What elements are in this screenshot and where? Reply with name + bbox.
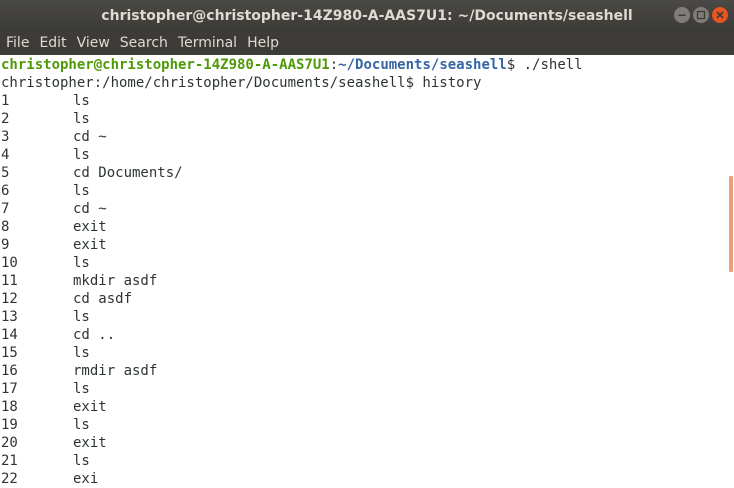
history-command: ls bbox=[73, 309, 90, 325]
history-number: 11 bbox=[1, 273, 18, 289]
menu-bar: File Edit View Search Terminal Help bbox=[0, 31, 734, 55]
maximize-button[interactable] bbox=[693, 7, 709, 23]
prompt-line: christopher@christopher-14Z980-A-AAS7U1:… bbox=[1, 56, 583, 74]
history-number: 16 bbox=[1, 363, 18, 379]
scrollbar-thumb[interactable] bbox=[729, 176, 733, 272]
history-command: cd .. bbox=[73, 327, 116, 343]
history-number: 9 bbox=[1, 237, 10, 253]
history-number: 21 bbox=[1, 453, 18, 469]
history-command: mkdir asdf bbox=[73, 273, 158, 289]
history-number: 15 bbox=[1, 345, 18, 361]
history-command: ls bbox=[73, 381, 90, 397]
history-command: exit bbox=[73, 219, 107, 235]
menu-item-terminal[interactable]: Terminal bbox=[173, 31, 242, 55]
scrollbar[interactable] bbox=[727, 55, 734, 488]
history-number: 3 bbox=[1, 129, 10, 145]
menu-item-help[interactable]: Help bbox=[242, 31, 284, 55]
menu-item-edit[interactable]: Edit bbox=[34, 31, 71, 55]
history-command: exit bbox=[73, 435, 107, 451]
minimize-icon bbox=[678, 14, 686, 16]
history-command: cd asdf bbox=[73, 291, 133, 307]
history-number: 4 bbox=[1, 147, 10, 163]
history-command: ls bbox=[73, 183, 90, 199]
history-number: 20 bbox=[1, 435, 18, 451]
history-command: ls bbox=[73, 93, 90, 109]
history-command: cd ~ bbox=[73, 129, 107, 145]
history-command: cd Documents/ bbox=[73, 165, 183, 181]
menu-item-search[interactable]: Search bbox=[115, 31, 173, 55]
history-number: 1 bbox=[1, 93, 10, 109]
history-number: 10 bbox=[1, 255, 18, 271]
history-number: 22 bbox=[1, 471, 18, 487]
prompt-user-host: christopher@christopher-14Z980-A-AAS7U1 bbox=[1, 57, 330, 73]
history-number: 5 bbox=[1, 165, 10, 181]
history-number: 17 bbox=[1, 381, 18, 397]
prompt-command: ./shell bbox=[523, 57, 583, 73]
prompt-path: ~/Documents/seashell bbox=[338, 57, 507, 73]
history-command: ls bbox=[73, 345, 90, 361]
window-controls bbox=[674, 7, 728, 23]
close-button[interactable] bbox=[712, 7, 728, 23]
history-number: 8 bbox=[1, 219, 10, 235]
history-command: ls bbox=[73, 417, 90, 433]
history-command: rmdir asdf bbox=[73, 363, 158, 379]
history-command: ls bbox=[73, 147, 90, 163]
history-number: 12 bbox=[1, 291, 18, 307]
history-command: ls bbox=[73, 453, 90, 469]
history-command: exit bbox=[73, 399, 107, 415]
history-number: 14 bbox=[1, 327, 18, 343]
close-icon bbox=[716, 11, 724, 19]
history-number: 13 bbox=[1, 309, 18, 325]
history-command: ls bbox=[73, 255, 90, 271]
prompt-colon: : bbox=[329, 57, 339, 73]
history-number: 18 bbox=[1, 399, 18, 415]
title-bar: christopher@christopher-14Z980-A-AAS7U1:… bbox=[0, 0, 734, 31]
history-number: 7 bbox=[1, 201, 10, 217]
history-command: exi bbox=[73, 471, 99, 487]
shell-prompt-line: christopher:/home/christopher/Documents/… bbox=[1, 75, 482, 91]
terminal-output[interactable]: christopher@christopher-14Z980-A-AAS7U1:… bbox=[0, 55, 727, 488]
maximize-icon bbox=[696, 10, 706, 20]
window-title: christopher@christopher-14Z980-A-AAS7U1:… bbox=[101, 7, 633, 24]
prompt-dollar: $ bbox=[506, 57, 524, 73]
menu-item-file[interactable]: File bbox=[1, 31, 34, 55]
menu-item-view[interactable]: View bbox=[72, 31, 115, 55]
history-command: ls bbox=[73, 111, 90, 127]
history-number: 2 bbox=[1, 111, 10, 127]
history-command: cd ~ bbox=[73, 201, 107, 217]
history-number: 6 bbox=[1, 183, 10, 199]
history-command: exit bbox=[73, 237, 107, 253]
history-number: 19 bbox=[1, 417, 18, 433]
minimize-button[interactable] bbox=[674, 7, 690, 23]
